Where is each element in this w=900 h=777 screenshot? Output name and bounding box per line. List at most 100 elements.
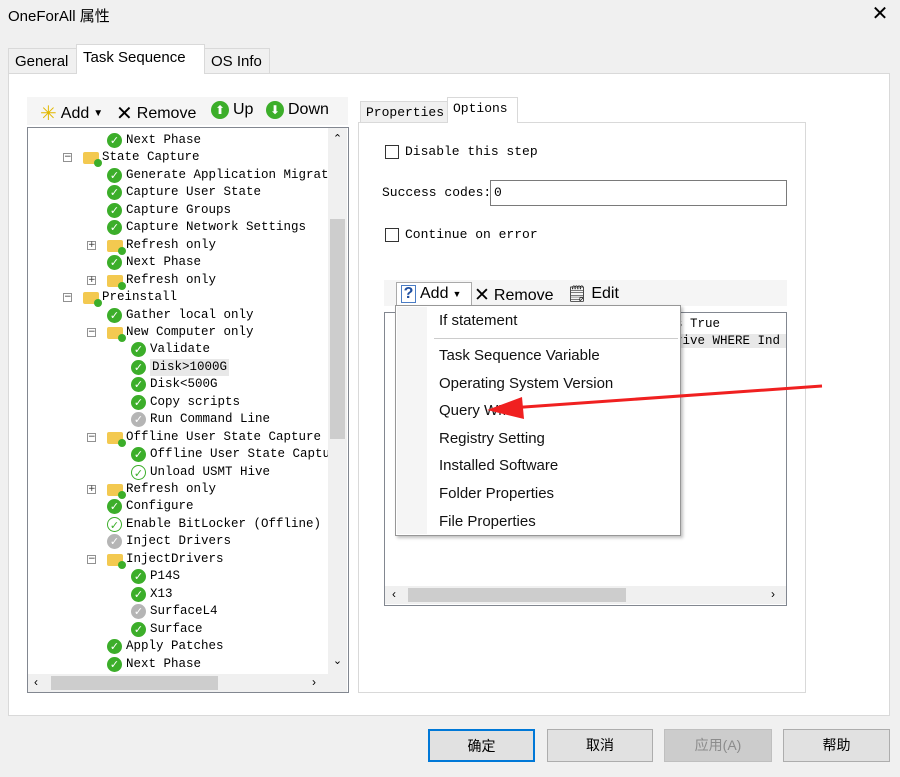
menu-item[interactable]: Registry Setting (439, 430, 545, 447)
menu-item[interactable]: Installed Software (439, 457, 558, 474)
tree-item[interactable]: ✓ Validate (28, 341, 328, 358)
collapse-icon[interactable]: − (87, 327, 96, 337)
tree-item[interactable]: ✓ Next Phase (28, 254, 328, 271)
tree-item-label: Next Phase (126, 133, 202, 147)
tree-item[interactable]: ✓ Generate Application Migrat (28, 167, 329, 184)
tab-general[interactable]: General (8, 48, 77, 73)
tree-item[interactable]: ✓ Copy scripts (28, 394, 328, 411)
menu-item[interactable]: Folder Properties (439, 485, 554, 502)
tab-properties[interactable]: Properties (360, 101, 448, 123)
tree-item[interactable]: − InjectDrivers (28, 551, 328, 569)
tree-item[interactable]: − New Computer only (28, 324, 328, 342)
vertical-scroll-thumb[interactable] (330, 219, 345, 439)
ok-button[interactable]: 确定 (428, 729, 535, 762)
tab-task-sequence[interactable]: Task Sequence (76, 44, 205, 74)
check-icon: ✓ (107, 499, 122, 515)
tree-item[interactable]: ✓ Capture Network Settings (28, 219, 328, 236)
check-icon: ✓ (131, 447, 146, 463)
remove-button[interactable]: ✕ Remove (116, 101, 196, 126)
close-button[interactable]: ✕ (866, 0, 894, 28)
continue-on-error-checkbox[interactable] (385, 228, 399, 242)
collapse-icon[interactable]: − (63, 293, 72, 303)
apply-button[interactable]: 应用(A) (664, 729, 772, 762)
up-button[interactable]: ⬆ Up (211, 101, 253, 119)
tree-item[interactable]: ✓ Apply Patches (28, 638, 328, 655)
tree-item[interactable]: ✓ Enable BitLocker (Offline) (28, 516, 328, 533)
check-icon: ✓ (131, 342, 146, 358)
tree-item[interactable]: ✓ Run Command Line (28, 411, 328, 428)
tree-item[interactable]: ✓ Surface (28, 621, 328, 638)
down-button[interactable]: ⬇ Down (266, 101, 329, 119)
scroll-down-icon[interactable]: ⌄ (328, 654, 347, 667)
check-icon: ✓ (107, 307, 122, 323)
tree-item[interactable]: ✓ Offline User State Captu (28, 446, 330, 463)
check-icon: ✓ (131, 586, 146, 602)
help-button[interactable]: 帮助 (783, 729, 890, 762)
tab-os-info[interactable]: OS Info (204, 48, 270, 73)
scroll-right-icon[interactable]: › (312, 675, 316, 689)
x-icon: ✕ (116, 103, 133, 125)
arrow-shaft (509, 384, 823, 410)
tree-item[interactable]: ✓ Next Phase (28, 132, 328, 149)
scroll-right-icon[interactable]: › (771, 587, 775, 601)
tree-item[interactable]: + Refresh only (28, 481, 328, 499)
condition-item[interactable]: rive WHERE Ind (675, 334, 786, 348)
expand-icon[interactable]: + (87, 275, 96, 285)
tree-item[interactable]: ✓ Unload USMT Hive (28, 464, 328, 481)
collapse-icon[interactable]: − (87, 554, 96, 564)
expand-icon[interactable]: + (87, 485, 96, 494)
condition-item[interactable]: s True (675, 317, 720, 331)
tree-item-label: Disk<500G (150, 377, 218, 392)
tree-item[interactable]: + Refresh only (28, 272, 328, 290)
tree-item[interactable]: + Refresh only (28, 237, 328, 255)
tree-item[interactable]: ✓ Inject Drivers (28, 533, 328, 550)
tree-item[interactable]: ✓ Configure (28, 498, 328, 515)
tree-item[interactable]: − Offline User State Capture (28, 429, 328, 447)
check-outline-icon: ✓ (131, 464, 146, 480)
tree-item[interactable]: ✓ X13 (28, 586, 328, 603)
tree-item-label: Copy scripts (150, 394, 241, 409)
task-sequence-tree[interactable]: ✓ Next Phase ✓ Apply Patches ✓ Surface ✓ Surfac… (27, 127, 349, 693)
horizontal-scrollbar[interactable]: ‹ › (385, 586, 786, 604)
tree-item[interactable]: ✓ Capture User State (28, 184, 328, 201)
condition-remove-button[interactable]: ✕ Remove (474, 284, 554, 307)
collapse-icon[interactable]: − (63, 153, 72, 163)
scroll-left-icon[interactable]: ‹ (34, 675, 38, 689)
success-codes-input[interactable]: 0 (490, 180, 787, 206)
collapse-icon[interactable]: − (87, 432, 96, 442)
tree-item-label: InjectDrivers (126, 551, 224, 566)
tree-item[interactable]: − Preinstall (28, 289, 328, 308)
scroll-left-icon[interactable]: ‹ (392, 587, 396, 601)
cancel-button[interactable]: 取消 (547, 729, 653, 762)
menu-item[interactable]: Task Sequence Variable (439, 347, 600, 364)
arrow-down-icon: ⬇ (266, 101, 284, 119)
condition-edit-button[interactable]: 🗒 Edit (567, 284, 619, 304)
check-icon: ✓ (131, 377, 146, 393)
horizontal-scroll-thumb[interactable] (51, 676, 218, 690)
tree-item[interactable]: ✓ Disk>1000G (28, 358, 328, 376)
tree-item[interactable]: ✓ P14S (28, 568, 328, 585)
tree-item[interactable]: ✓ SurfaceL4 (28, 603, 328, 620)
folder-icon (107, 553, 126, 569)
folder-icon (107, 431, 126, 447)
tree-item-label: State Capture (102, 150, 200, 165)
check-icon: ✓ (131, 569, 146, 585)
tree-item[interactable]: − State Capture (28, 149, 328, 168)
horizontal-scroll-thumb[interactable] (408, 588, 626, 602)
tree-item[interactable]: ✓ Disk<500G (28, 376, 328, 393)
tree-item-label: Capture User State (126, 185, 262, 200)
scroll-up-icon[interactable]: ⌃ (328, 132, 347, 145)
menu-item[interactable]: File Properties (439, 513, 536, 530)
disable-step-checkbox[interactable] (385, 145, 399, 159)
tree-item[interactable]: ✓ Next Phase (28, 656, 328, 673)
vertical-scrollbar[interactable]: ⌃ ⌄ (328, 128, 347, 674)
condition-add-button[interactable]: ? Add ▼ (396, 282, 472, 305)
add-button[interactable]: ✳ Add ▼ (40, 101, 103, 126)
question-icon: ? (401, 285, 416, 303)
horizontal-scrollbar[interactable]: ‹ › (28, 674, 347, 692)
tab-options[interactable]: Options (447, 97, 518, 123)
tree-item[interactable]: ✓ Gather local only (28, 307, 328, 324)
menu-item[interactable]: If statement (439, 312, 517, 329)
tree-item[interactable]: ✓ Capture Groups (28, 202, 328, 219)
expand-icon[interactable]: + (87, 240, 96, 250)
